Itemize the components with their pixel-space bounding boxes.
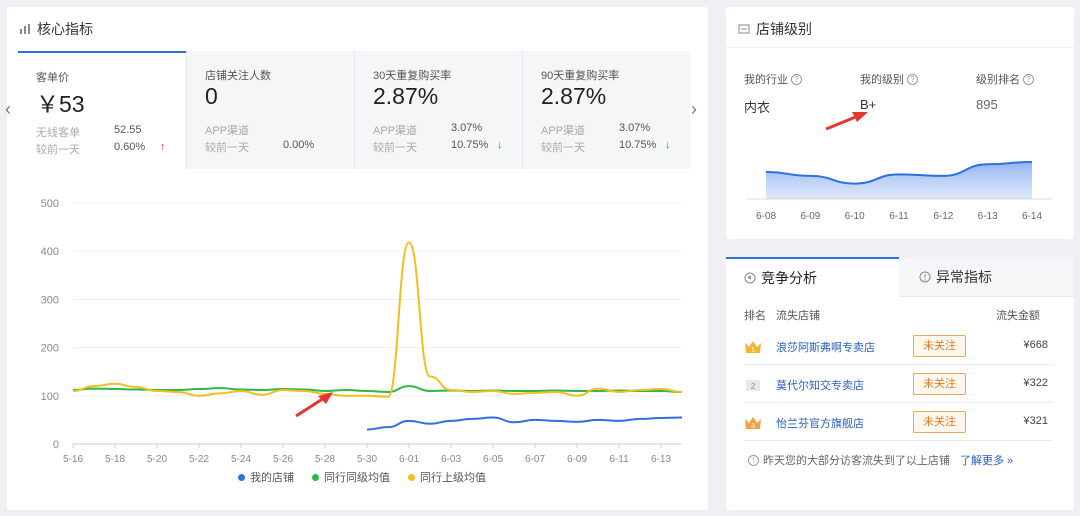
annotation-arrow-level	[825, 112, 868, 131]
annotation-layer	[295, 112, 868, 418]
annotation-arrow-main	[295, 392, 333, 418]
